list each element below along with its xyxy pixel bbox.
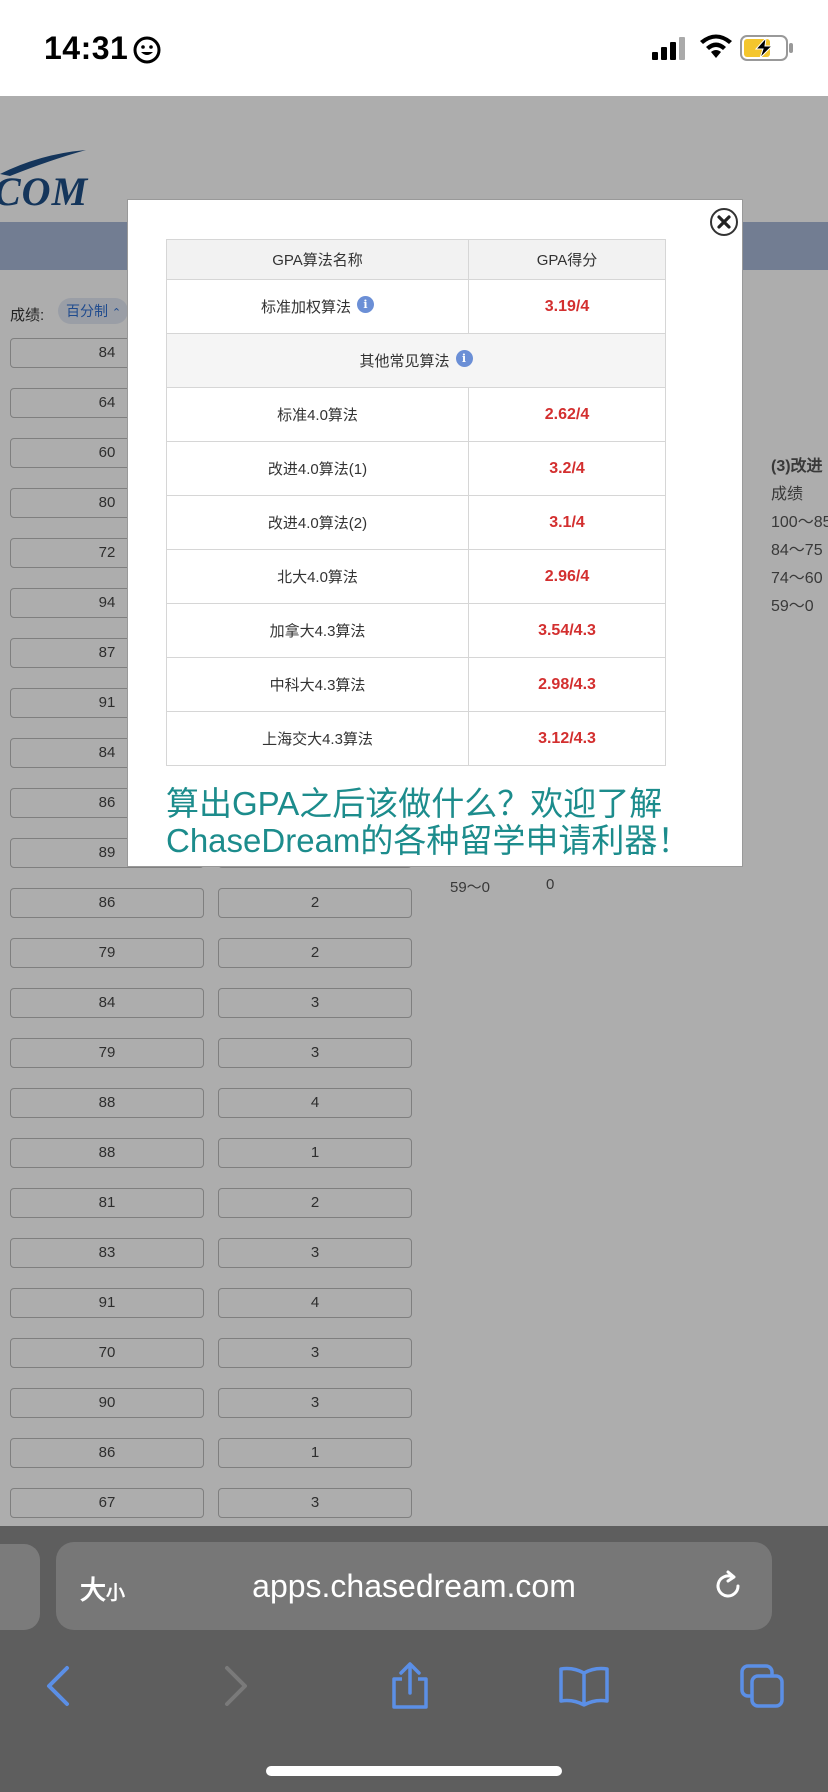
table-row: 中科大4.3算法 2.98/4.3 bbox=[166, 657, 666, 712]
status-time: 14:31 bbox=[44, 30, 129, 66]
chevron-right-icon bbox=[225, 1666, 247, 1706]
gpa-result-modal: GPA算法名称 GPA得分 标准加权算法 i 3.19/4 其他常见算法 i 标准4… bbox=[127, 199, 743, 867]
table-header-row: GPA算法名称 GPA得分 bbox=[166, 239, 666, 280]
gpa-score: 3.12/4.3 bbox=[468, 711, 666, 766]
table-row: 改进4.0算法(1) 3.2/4 bbox=[166, 441, 666, 496]
table-row: 改进4.0算法(2) 3.1/4 bbox=[166, 495, 666, 550]
section-label-text: 其他常见算法 bbox=[359, 353, 450, 370]
cellular-signal-icon bbox=[652, 37, 685, 60]
gpa-score: 2.98/4.3 bbox=[468, 657, 666, 712]
info-icon[interactable]: i bbox=[357, 296, 374, 313]
info-icon[interactable]: i bbox=[455, 350, 473, 367]
gpa-score: 2.96/4 bbox=[468, 549, 666, 604]
previous-tab-preview[interactable] bbox=[0, 1544, 40, 1630]
table-row: 标准加权算法 i 3.19/4 bbox=[166, 279, 666, 334]
algorithm-name: 上海交大4.3算法 bbox=[166, 711, 469, 766]
section-row: 其他常见算法 i bbox=[166, 333, 666, 388]
share-icon bbox=[392, 1662, 428, 1709]
gpa-table: GPA算法名称 GPA得分 标准加权算法 i 3.19/4 其他常见算法 i 标准4… bbox=[166, 239, 666, 766]
gpa-score: 3.1/4 bbox=[468, 495, 666, 550]
close-button[interactable] bbox=[710, 208, 738, 236]
tabs-icon bbox=[740, 1664, 784, 1708]
chevron-left-icon bbox=[47, 1666, 69, 1706]
header-gpa-score: GPA得分 bbox=[468, 239, 666, 280]
home-indicator[interactable] bbox=[266, 1766, 562, 1776]
promo-line: 算出GPA之后该做什么？欢迎了解 bbox=[166, 785, 663, 822]
book-icon bbox=[559, 1666, 609, 1707]
table-row: 加拿大4.3算法 3.54/4.3 bbox=[166, 603, 666, 658]
table-row: 标准4.0算法 2.62/4 bbox=[166, 387, 666, 442]
algorithm-name: 中科大4.3算法 bbox=[166, 657, 469, 712]
gpa-score: 3.54/4.3 bbox=[468, 603, 666, 658]
algorithm-name: 改进4.0算法(1) bbox=[166, 441, 469, 496]
close-icon bbox=[717, 215, 731, 229]
bookmarks-button[interactable] bbox=[554, 1656, 614, 1716]
share-button[interactable] bbox=[380, 1656, 440, 1716]
reload-icon[interactable] bbox=[710, 1568, 746, 1604]
promo-line: ChaseDream的各种留学申请利器！ bbox=[166, 822, 691, 859]
url-text: apps.chasedream.com bbox=[252, 1568, 576, 1604]
algorithm-name: 北大4.0算法 bbox=[166, 549, 469, 604]
browser-toolbar bbox=[0, 1632, 828, 1792]
battery-charging-icon bbox=[740, 35, 793, 61]
algorithm-name: 标准加权算法 i bbox=[166, 279, 469, 334]
back-button[interactable] bbox=[28, 1656, 88, 1716]
algorithm-name: 加拿大4.3算法 bbox=[166, 603, 469, 658]
wifi-icon bbox=[700, 34, 732, 58]
algorithm-name-text: 标准加权算法 bbox=[260, 299, 351, 316]
forward-button[interactable] bbox=[206, 1656, 266, 1716]
address-bar[interactable]: 大小 apps.chasedream.com bbox=[56, 1542, 772, 1630]
table-row: 上海交大4.3算法 3.12/4.3 bbox=[166, 711, 666, 766]
gpa-score: 3.19/4 bbox=[468, 279, 666, 334]
gpa-score: 2.62/4 bbox=[468, 387, 666, 442]
gpa-score: 3.2/4 bbox=[468, 441, 666, 496]
smiley-icon bbox=[133, 36, 161, 64]
promo-link[interactable]: 算出GPA之后该做什么？欢迎了解 ChaseDream的各种留学申请利器！ bbox=[166, 785, 726, 859]
status-bar: 14:31 bbox=[0, 0, 828, 96]
algorithm-name: 标准4.0算法 bbox=[166, 387, 469, 442]
table-row: 北大4.0算法 2.96/4 bbox=[166, 549, 666, 604]
tabs-button[interactable] bbox=[732, 1656, 792, 1716]
header-algorithm-name: GPA算法名称 bbox=[166, 239, 469, 280]
browser-address-area: 大小 apps.chasedream.com bbox=[0, 1526, 828, 1632]
algorithm-name: 改进4.0算法(2) bbox=[166, 495, 469, 550]
section-label: 其他常见算法 i bbox=[166, 333, 666, 388]
